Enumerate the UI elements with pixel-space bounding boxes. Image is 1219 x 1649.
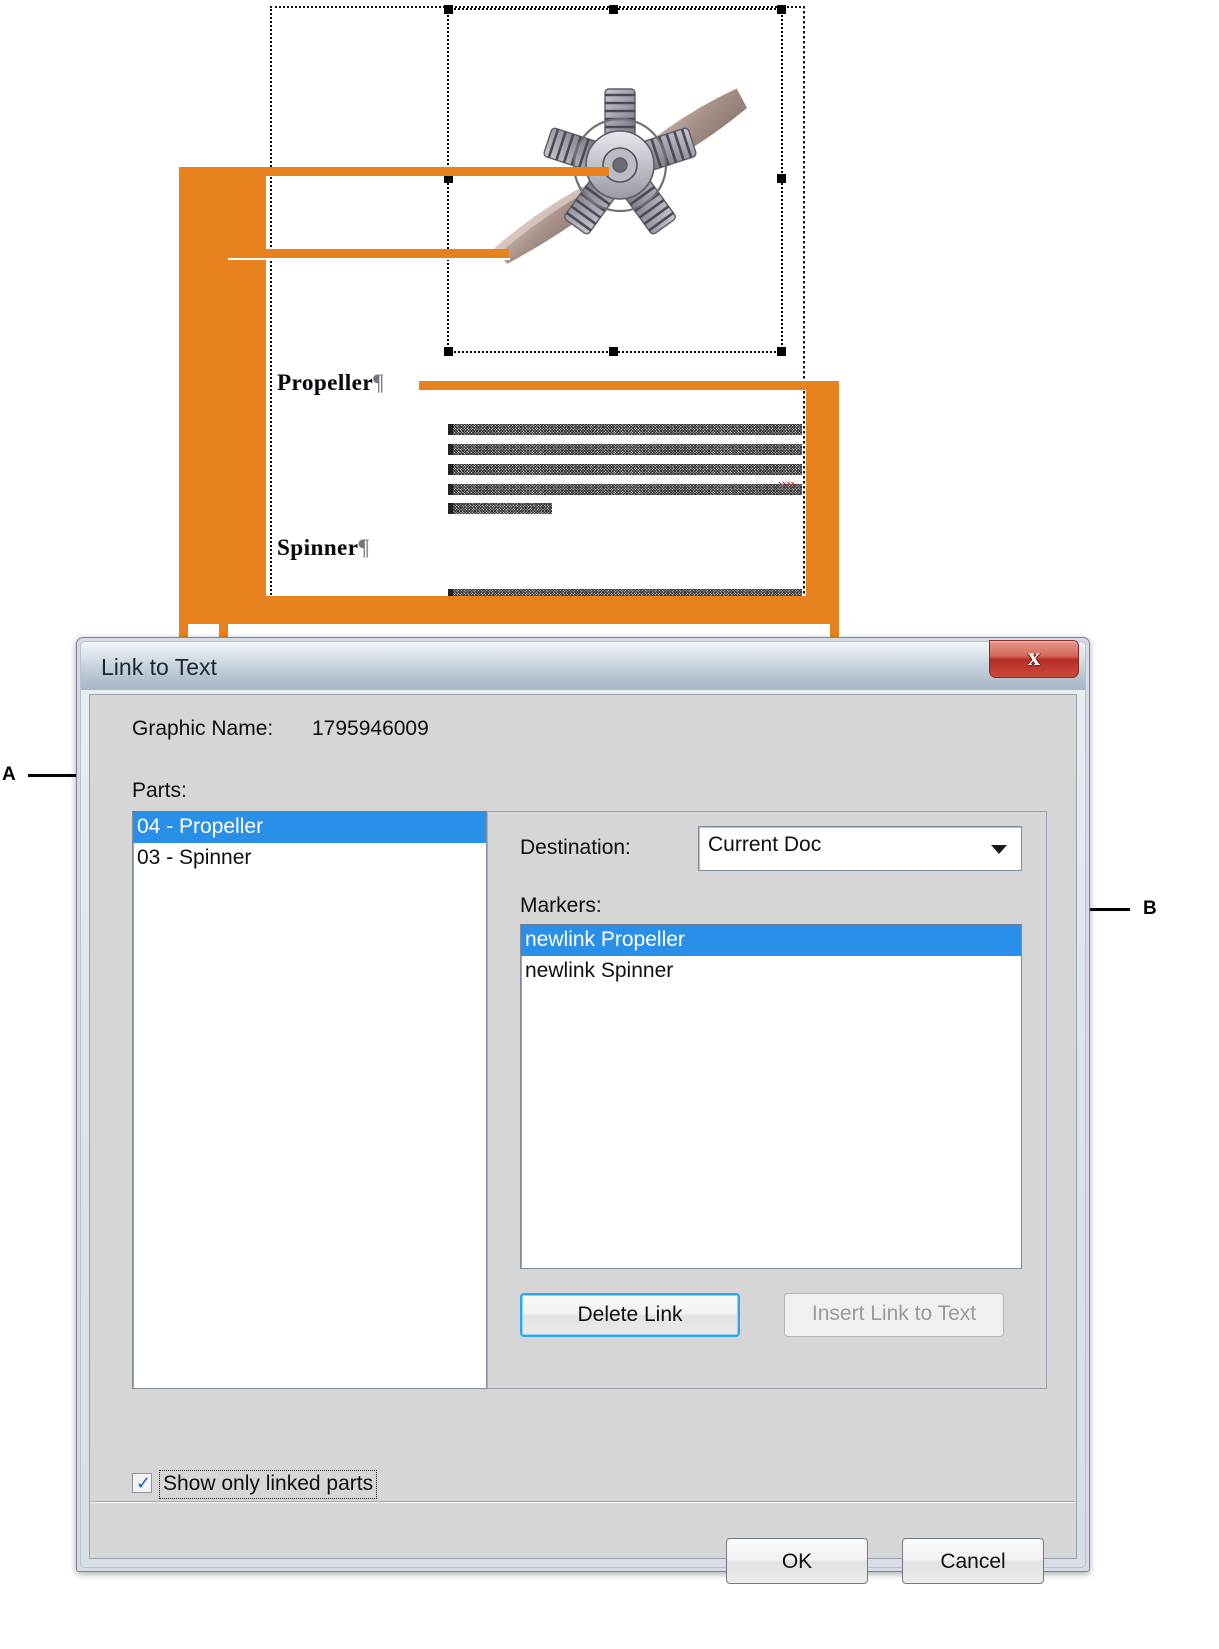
- callout-bracket-right: [806, 386, 834, 624]
- cancel-button[interactable]: Cancel: [902, 1538, 1044, 1584]
- paragraph-mark: [448, 444, 453, 455]
- redacted-text-line: [452, 444, 802, 455]
- markers-listbox[interactable]: newlink Propeller newlink Spinner: [520, 924, 1022, 1269]
- callout-label-a: A: [2, 764, 16, 785]
- selection-handle-s[interactable]: [609, 347, 618, 356]
- show-only-linked-parts-checkbox[interactable]: ✓: [132, 1473, 152, 1494]
- redacted-text-line: [452, 424, 802, 435]
- redacted-text-line: [452, 464, 802, 475]
- dialog-title: Link to Text: [101, 654, 217, 680]
- redacted-text-line: [452, 503, 552, 514]
- checkmark-icon: ✓: [136, 1473, 152, 1494]
- chevron-down-icon[interactable]: [991, 845, 1007, 854]
- heading-spinner-text: Spinner: [277, 535, 359, 560]
- selection-handle-sw[interactable]: [444, 347, 453, 356]
- destination-and-markers-group: Destination: Current Doc Markers: newlin…: [487, 811, 1047, 1389]
- dialog-titlebar[interactable]: Link to Text x: [81, 640, 1085, 690]
- pilcrow-icon: ¶: [373, 370, 384, 395]
- dialog-content-panel: Graphic Name: 1795946009 Parts: 04 - Pro…: [89, 694, 1077, 1584]
- parts-list-item[interactable]: 03 - Spinner: [133, 843, 486, 874]
- destination-select[interactable]: Current Doc: [698, 826, 1022, 871]
- callout-line-marker-to-heading: [419, 381, 839, 390]
- parts-list-item[interactable]: 04 - Propeller: [133, 812, 486, 843]
- graphic-name-value: 1795946009: [312, 717, 429, 740]
- callout-bracket-left: [179, 167, 266, 624]
- callout-label-b: B: [1143, 898, 1157, 919]
- selection-handle-nw[interactable]: [444, 5, 453, 14]
- callout-bracket-bottom: [264, 596, 834, 624]
- markers-list-item[interactable]: newlink Propeller: [521, 925, 1021, 956]
- parts-listbox[interactable]: 04 - Propeller 03 - Spinner: [132, 811, 487, 1389]
- selection-handle-ne[interactable]: [777, 5, 786, 14]
- selection-handle-se[interactable]: [777, 347, 786, 356]
- link-to-text-dialog[interactable]: Link to Text x Graphic Name: 1795946009 …: [76, 637, 1090, 1584]
- footer-divider: [91, 1501, 1075, 1503]
- close-button[interactable]: x: [989, 640, 1079, 678]
- paragraph-mark: [448, 464, 453, 475]
- destination-selected-value: Current Doc: [708, 833, 822, 856]
- pilcrow-icon: ¶: [358, 535, 370, 560]
- show-only-linked-parts-label[interactable]: Show only linked parts: [159, 1470, 378, 1499]
- paragraph-mark: [448, 503, 453, 514]
- redacted-text-line: [452, 484, 802, 495]
- spellcheck-squiggle: [778, 482, 796, 486]
- graphic-name-label: Graphic Name:: [132, 717, 274, 740]
- markers-label: Markers:: [520, 894, 602, 917]
- parts-label: Parts:: [132, 779, 187, 802]
- callout-gap: [228, 258, 510, 260]
- paragraph-mark: [448, 424, 453, 435]
- insert-link-to-text-button: Insert Link to Text: [784, 1293, 1004, 1337]
- selection-handle-n[interactable]: [609, 5, 618, 14]
- close-icon: x: [1027, 644, 1041, 671]
- heading-propeller-text: Propeller: [277, 370, 374, 395]
- document-heading-propeller: Propeller¶: [277, 370, 384, 396]
- document-heading-spinner: Spinner¶: [277, 535, 369, 561]
- paragraph-mark: [448, 484, 453, 495]
- document-page-border-right: [803, 6, 805, 618]
- markers-list-item[interactable]: newlink Spinner: [521, 956, 1021, 987]
- delete-link-button[interactable]: Delete Link: [520, 1293, 740, 1337]
- destination-label: Destination:: [520, 836, 631, 859]
- ok-button[interactable]: OK: [726, 1538, 868, 1584]
